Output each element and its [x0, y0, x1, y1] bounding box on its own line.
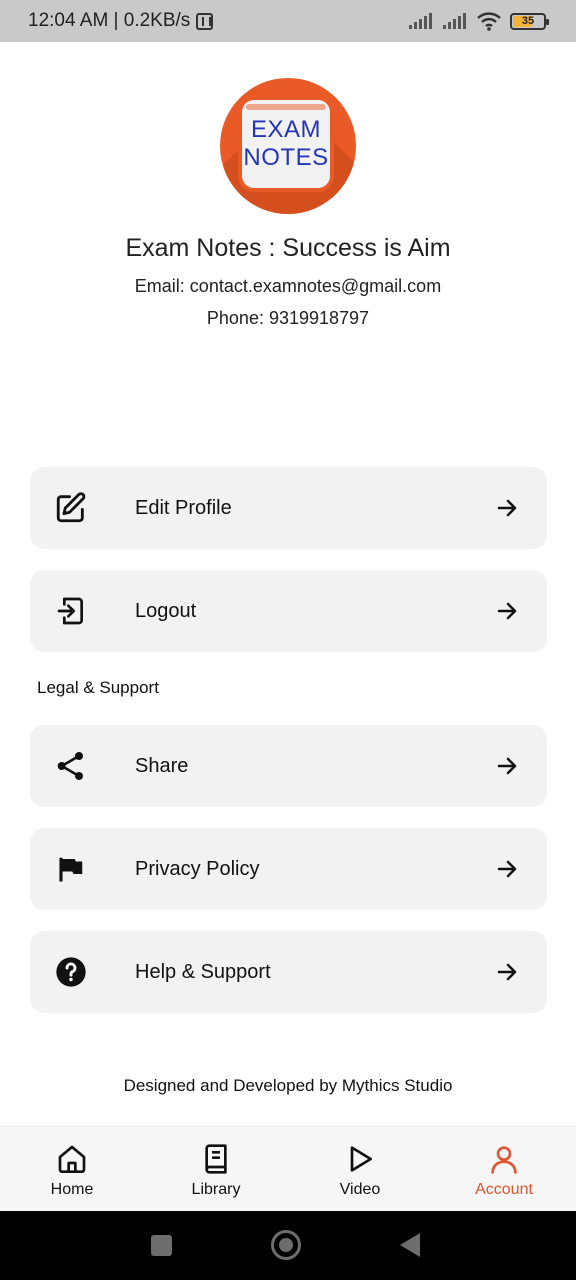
help-support-button[interactable]: Help & Support: [30, 931, 547, 1013]
arrow-right-icon: [497, 963, 517, 981]
nfc-icon: [196, 12, 214, 30]
arrow-right-icon: [497, 602, 517, 620]
logo-card: EXAM NOTES: [242, 100, 330, 188]
share-label: Share: [135, 754, 189, 777]
legal-section-title: Legal & Support: [37, 678, 159, 697]
bottom-tab-bar: Home Library Video Account: [0, 1126, 576, 1211]
privacy-policy-label: Privacy Policy: [135, 857, 260, 880]
system-nav-bar: [0, 1211, 576, 1280]
logout-label: Logout: [135, 599, 197, 622]
arrow-right-icon: [497, 860, 517, 878]
arrow-right-icon: [497, 499, 517, 517]
app-logo: EXAM NOTES: [220, 78, 356, 214]
tab-home-label: Home: [50, 1181, 94, 1198]
help-support-label: Help & Support: [135, 960, 271, 983]
tab-library[interactable]: Library: [144, 1127, 288, 1212]
home-icon: [58, 1145, 86, 1173]
footer-credit: Designed and Developed by Mythics Studio: [123, 1076, 453, 1095]
book-icon: [205, 1144, 227, 1174]
wifi-icon: [477, 12, 501, 31]
logo-text-line2: NOTES: [243, 144, 329, 171]
flag-icon: [54, 852, 88, 886]
tab-library-label: Library: [191, 1181, 241, 1198]
tab-account[interactable]: Account: [432, 1127, 576, 1212]
share-icon: [54, 749, 88, 783]
tab-home[interactable]: Home: [0, 1127, 144, 1212]
profile-name: Exam Notes : Success is Aim: [125, 234, 451, 262]
status-time-text: 12:04 AM | 0.2KB/s: [28, 10, 191, 31]
play-icon: [350, 1146, 372, 1172]
logo-text-line1: EXAM: [250, 116, 321, 143]
user-icon: [491, 1146, 517, 1174]
status-bar: 12:04 AM | 0.2KB/s 35: [0, 0, 576, 42]
edit-icon: [54, 491, 88, 525]
signal-icon: [409, 13, 432, 29]
logout-button[interactable]: Logout: [30, 570, 547, 652]
edit-profile-button[interactable]: Edit Profile: [30, 467, 547, 549]
status-time: 12:04 AM | 0.2KB/s: [28, 10, 214, 32]
battery-level: 35: [521, 15, 535, 27]
edit-profile-label: Edit Profile: [135, 496, 232, 519]
arrow-right-icon: [497, 757, 517, 775]
recents-button[interactable]: [151, 1235, 172, 1256]
share-button[interactable]: Share: [30, 725, 547, 807]
status-indicators: 35: [408, 0, 549, 42]
signal-icon-2: [443, 13, 466, 29]
privacy-policy-button[interactable]: Privacy Policy: [30, 828, 547, 910]
logout-icon: [54, 594, 88, 628]
profile-email: Email: contact.examnotes@gmail.com: [134, 276, 442, 296]
tab-video[interactable]: Video: [288, 1127, 432, 1212]
help-icon: [54, 955, 88, 989]
tab-video-label: Video: [339, 1181, 381, 1198]
back-button[interactable]: [400, 1233, 420, 1257]
battery-icon: 35: [510, 12, 549, 30]
home-button[interactable]: [271, 1230, 301, 1260]
profile-phone: Phone: 9319918797: [206, 308, 370, 328]
tab-account-label: Account: [475, 1181, 533, 1198]
